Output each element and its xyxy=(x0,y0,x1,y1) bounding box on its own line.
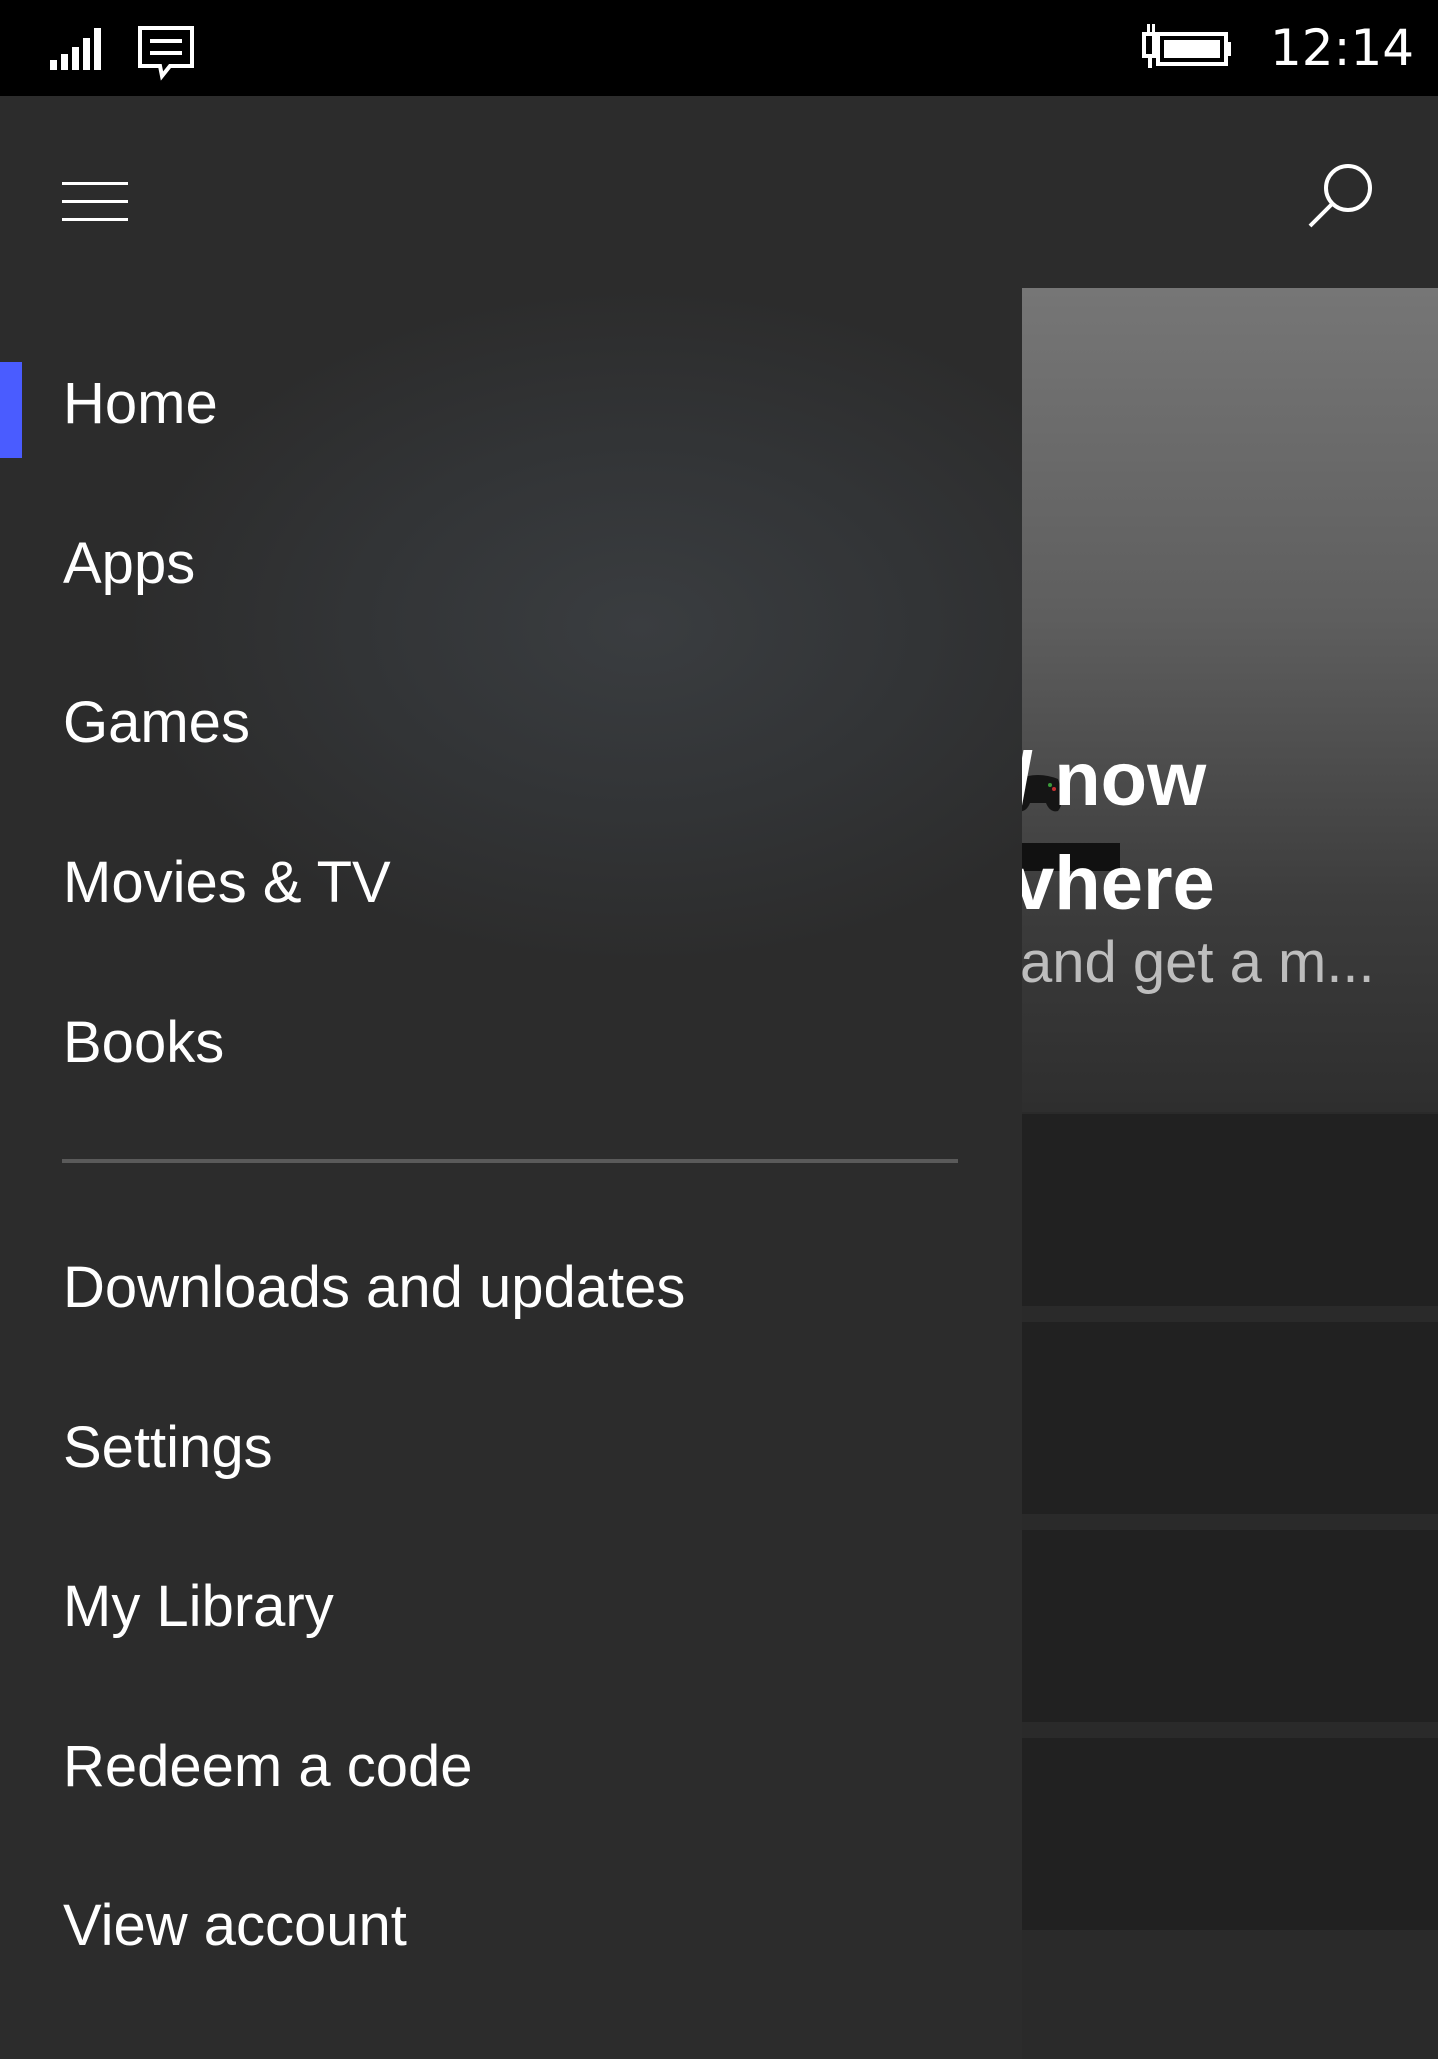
status-bar: 12:14 xyxy=(0,0,1438,96)
nav-item-label: Downloads and updates xyxy=(63,1255,686,1320)
nav-item-label: Settings xyxy=(63,1415,273,1480)
hero-title-line-2: vhere xyxy=(1012,841,1215,926)
nav-item-label: Redeem a code xyxy=(63,1734,473,1799)
nav-item-label: Apps xyxy=(63,531,196,596)
nav-item-apps[interactable]: Apps xyxy=(0,489,1022,639)
nav-item-books[interactable]: Books xyxy=(0,968,1022,1118)
nav-item-redeem-code[interactable]: Redeem a code xyxy=(0,1692,1022,1842)
nav-item-label: My Library xyxy=(63,1574,334,1639)
battery-charging-icon xyxy=(1142,24,1231,68)
content-tile[interactable] xyxy=(1022,1322,1438,1514)
nav-item-label: Home xyxy=(63,371,218,436)
content-tile[interactable] xyxy=(1022,1530,1438,1722)
hero-title: / now vhere xyxy=(1012,728,1215,936)
nav-item-downloads-updates[interactable]: Downloads and updates xyxy=(0,1213,1022,1363)
nav-item-label: View account xyxy=(63,1893,407,1958)
signal-icon xyxy=(50,28,101,70)
hamburger-icon[interactable] xyxy=(62,174,128,230)
content-tile[interactable] xyxy=(1022,1738,1438,1930)
nav-item-view-account[interactable]: View account xyxy=(0,1851,1022,2001)
hero-subtitle: and get a m... xyxy=(1020,930,1375,995)
nav-item-home[interactable]: Home xyxy=(0,329,1022,479)
message-icon xyxy=(138,26,194,81)
nav-item-label: Books xyxy=(63,1010,225,1075)
content-tile[interactable] xyxy=(1022,1114,1438,1306)
hero-title-line-1: / now xyxy=(1012,737,1207,822)
nav-item-movies-tv[interactable]: Movies & TV xyxy=(0,808,1022,958)
nav-item-games[interactable]: Games xyxy=(0,648,1022,798)
navigation-pane: Home Apps Games Movies & TV Books Downlo… xyxy=(0,96,1022,2059)
nav-item-label: Games xyxy=(63,690,250,755)
selection-indicator xyxy=(0,362,22,458)
nav-divider xyxy=(62,1159,958,1163)
clock: 12:14 xyxy=(1270,19,1415,77)
nav-item-settings[interactable]: Settings xyxy=(0,1373,1022,1523)
nav-item-label: Movies & TV xyxy=(63,850,391,915)
nav-item-my-library[interactable]: My Library xyxy=(0,1532,1022,1682)
search-icon[interactable] xyxy=(1300,156,1380,236)
